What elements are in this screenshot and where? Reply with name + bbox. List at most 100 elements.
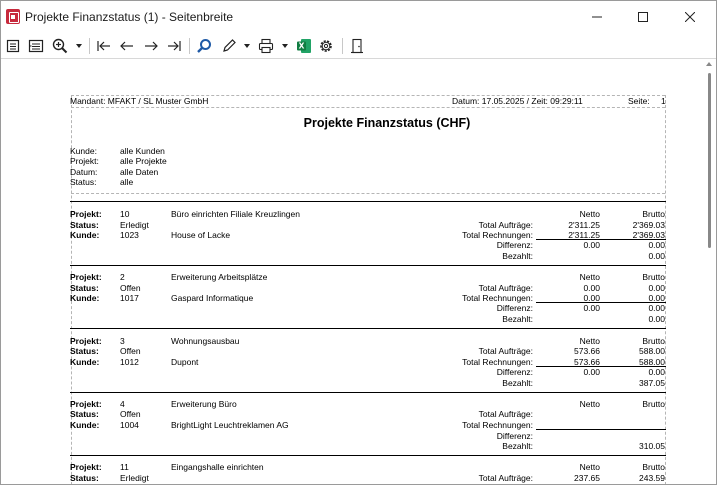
auftraege-netto: 573.66 bbox=[574, 346, 600, 356]
single-page-icon bbox=[6, 39, 20, 53]
kunde-nr: 1004 bbox=[120, 420, 139, 430]
projekt-label: Projekt: bbox=[70, 399, 102, 409]
brutto-header: Brutto bbox=[642, 272, 665, 282]
first-page-icon bbox=[97, 41, 110, 51]
print-button[interactable] bbox=[257, 36, 275, 56]
bezahlt-value: 310.05 bbox=[639, 441, 665, 451]
kunde-name: Dupont bbox=[171, 357, 199, 367]
differenz-label: Differenz: bbox=[496, 367, 533, 377]
zoom-button[interactable] bbox=[51, 36, 69, 56]
title-bar: Projekte Finanzstatus (1) - Seitenbreite bbox=[1, 1, 716, 33]
search-button[interactable] bbox=[195, 36, 213, 56]
projekt-label: Projekt: bbox=[70, 336, 102, 346]
projekt-name: Erweiterung Büro bbox=[171, 399, 237, 409]
differenz-brutto: 0.00 bbox=[648, 303, 665, 313]
kunde-label: Kunde: bbox=[70, 230, 100, 240]
netto-header: Netto bbox=[579, 209, 600, 219]
search-icon bbox=[197, 39, 211, 53]
next-page-button[interactable] bbox=[142, 36, 160, 56]
projekt-label: Projekt: bbox=[70, 272, 102, 282]
total-auftraege-label: Total Aufträge: bbox=[478, 409, 533, 419]
brutto-header: Brutto bbox=[642, 399, 665, 409]
first-page-button[interactable] bbox=[95, 36, 113, 56]
margin-guide bbox=[71, 193, 665, 194]
margin-guide bbox=[665, 95, 666, 484]
report-page: Mandant: MFAKT / SL Muster GmbH Datum: 1… bbox=[1, 59, 703, 484]
total-auftraege-label: Total Aufträge: bbox=[478, 220, 533, 230]
edit-dropdown-icon[interactable] bbox=[244, 44, 250, 48]
report-preview-area: Mandant: MFAKT / SL Muster GmbH Datum: 1… bbox=[1, 59, 716, 484]
bezahlt-value: 387.05 bbox=[639, 378, 665, 388]
auftraege-brutto: 2'369.03 bbox=[632, 220, 665, 230]
projekt-nr: 10 bbox=[120, 209, 130, 219]
kunde-label: Kunde: bbox=[70, 357, 100, 367]
maximize-button[interactable] bbox=[620, 1, 666, 33]
auftraege-brutto: 0.00 bbox=[648, 283, 665, 293]
settings-icon bbox=[320, 40, 332, 52]
total-auftraege-label: Total Aufträge: bbox=[478, 283, 533, 293]
next-page-icon bbox=[145, 41, 158, 51]
window-title: Projekte Finanzstatus (1) - Seitenbreite bbox=[25, 10, 234, 24]
edit-icon bbox=[223, 39, 236, 52]
projekt-status: Offen bbox=[120, 409, 141, 419]
bezahlt-label: Bezahlt: bbox=[502, 314, 533, 324]
projekt-nr: 4 bbox=[120, 399, 125, 409]
total-auftraege-label: Total Aufträge: bbox=[478, 473, 533, 483]
filter-label-datum: Datum: bbox=[70, 167, 98, 177]
toolbar: X bbox=[1, 33, 716, 59]
filter-label-projekt: Projekt: bbox=[70, 156, 99, 166]
differenz-label: Differenz: bbox=[496, 240, 533, 250]
status-label: Status: bbox=[70, 220, 99, 230]
last-page-icon bbox=[168, 41, 181, 51]
section-divider bbox=[70, 328, 666, 329]
minimize-button[interactable] bbox=[574, 1, 620, 33]
status-label: Status: bbox=[70, 473, 99, 483]
zoom-dropdown-icon[interactable] bbox=[76, 44, 82, 48]
previous-page-icon bbox=[120, 41, 133, 51]
status-label: Status: bbox=[70, 283, 99, 293]
status-label: Status: bbox=[70, 409, 99, 419]
svg-text:X: X bbox=[299, 42, 305, 51]
netto-header: Netto bbox=[579, 272, 600, 282]
close-icon bbox=[685, 12, 695, 22]
report-title: Projekte Finanzstatus (CHF) bbox=[303, 116, 471, 130]
sum-line bbox=[536, 429, 666, 430]
differenz-label: Differenz: bbox=[496, 303, 533, 313]
page-number: 1 bbox=[661, 96, 666, 106]
close-button[interactable] bbox=[667, 1, 713, 33]
last-page-button[interactable] bbox=[165, 36, 183, 56]
single-page-button[interactable] bbox=[5, 36, 21, 56]
differenz-netto: 0.00 bbox=[583, 240, 600, 250]
previous-page-button[interactable] bbox=[118, 36, 136, 56]
excel-export-button[interactable]: X bbox=[295, 36, 313, 56]
edit-button[interactable] bbox=[220, 36, 238, 56]
print-dropdown-icon[interactable] bbox=[282, 44, 288, 48]
page-width-button[interactable] bbox=[27, 36, 45, 56]
auftraege-brutto: 243.59 bbox=[639, 473, 665, 483]
exit-button[interactable] bbox=[348, 36, 366, 56]
kunde-nr: 1017 bbox=[120, 293, 139, 303]
filter-value-projekt: alle Projekte bbox=[120, 156, 167, 166]
scrollbar-thumb[interactable] bbox=[708, 73, 711, 248]
toolbar-separator bbox=[342, 38, 343, 54]
mandant-label: Mandant: MFAKT / SL Muster GmbH bbox=[70, 96, 209, 106]
auftraege-netto: 2'311.25 bbox=[568, 220, 600, 230]
total-rechnungen-label: Total Rechnungen: bbox=[462, 293, 533, 303]
projekt-nr: 2 bbox=[120, 272, 125, 282]
differenz-label: Differenz: bbox=[496, 431, 533, 441]
kunde-label: Kunde: bbox=[70, 420, 100, 430]
print-icon bbox=[258, 38, 274, 54]
projekt-status: Erledigt bbox=[120, 220, 149, 230]
netto-header: Netto bbox=[579, 336, 600, 346]
settings-button[interactable] bbox=[317, 36, 335, 56]
report-preview-window: Projekte Finanzstatus (1) - Seitenbreite bbox=[0, 0, 717, 485]
projekt-status: Offen bbox=[120, 283, 141, 293]
page-label: Seite: bbox=[628, 96, 650, 106]
netto-header: Netto bbox=[579, 399, 600, 409]
brutto-header: Brutto bbox=[642, 462, 665, 472]
projekt-status: Erledigt bbox=[120, 473, 149, 483]
kunde-nr: 1023 bbox=[120, 230, 139, 240]
total-rechnungen-label: Total Rechnungen: bbox=[462, 357, 533, 367]
vertical-scrollbar[interactable] bbox=[703, 59, 716, 484]
scroll-up-icon[interactable] bbox=[706, 62, 712, 66]
